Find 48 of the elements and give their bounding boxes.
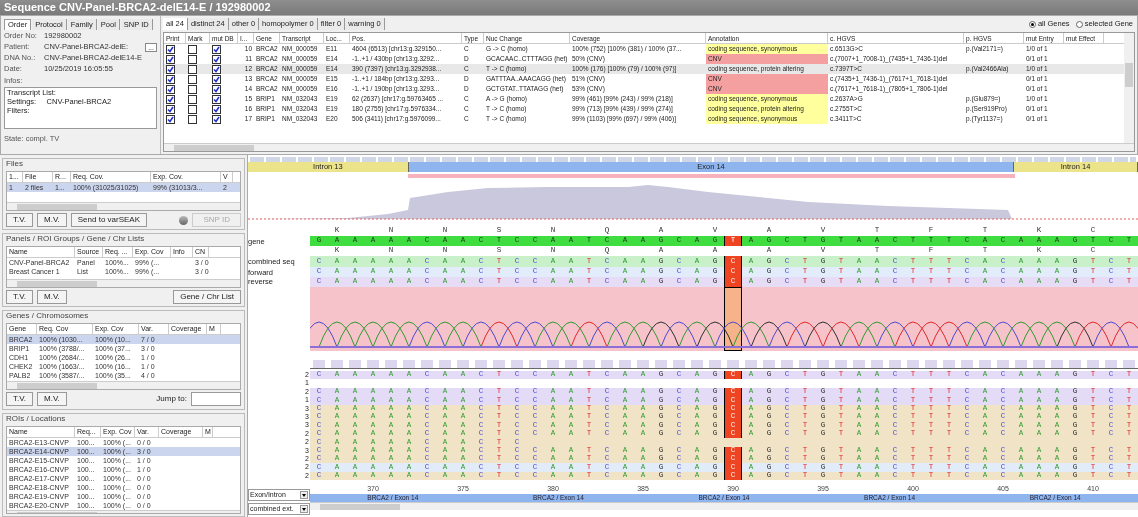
checkbox[interactable]: [166, 64, 175, 74]
button[interactable]: T.V.: [6, 392, 34, 406]
button[interactable]: T.V.: [6, 290, 34, 304]
button[interactable]: M.V.: [37, 213, 67, 227]
horizontal-scrollbar[interactable]: [7, 279, 240, 287]
horizontal-scrollbar[interactable]: [310, 502, 1138, 511]
checkbox[interactable]: [212, 74, 221, 84]
checkbox[interactable]: [188, 74, 197, 84]
checkbox[interactable]: [166, 114, 175, 124]
button[interactable]: M.V.: [37, 290, 67, 304]
horizontal-scrollbar[interactable]: [7, 381, 240, 389]
checkbox[interactable]: [188, 64, 197, 74]
checkbox[interactable]: [188, 54, 197, 64]
checkbox[interactable]: [188, 94, 197, 104]
section-title: Genes / Chromosomes: [6, 311, 90, 321]
horizontal-scrollbar[interactable]: [7, 202, 240, 210]
jump-to-label: Jump to:: [156, 393, 187, 405]
checkbox[interactable]: [188, 104, 197, 114]
button[interactable]: T.V.: [6, 213, 34, 227]
button[interactable]: Gene / Chr List: [173, 290, 241, 304]
section-title: ROIs / Locations: [6, 414, 67, 424]
checkbox[interactable]: [212, 64, 221, 74]
section-title: Files: [6, 159, 24, 169]
checkbox[interactable]: [212, 54, 221, 64]
checkbox[interactable]: [212, 84, 221, 94]
button[interactable]: M.V.: [37, 392, 67, 406]
button[interactable]: Send to varSEAK: [70, 213, 148, 227]
radio-button[interactable]: [1028, 20, 1036, 28]
checkbox[interactable]: [166, 74, 175, 84]
jump-to-input-field[interactable]: [191, 392, 241, 406]
checkbox[interactable]: [166, 84, 175, 94]
checkbox[interactable]: [212, 104, 221, 114]
checkbox[interactable]: [166, 94, 175, 104]
status-indicator-icon: [179, 215, 189, 225]
checkbox[interactable]: [188, 44, 197, 54]
vertical-scrollbar[interactable]: [1124, 33, 1134, 143]
radio-button[interactable]: [1075, 20, 1083, 28]
horizontal-scrollbar[interactable]: [164, 143, 1134, 151]
window-title: Sequence CNV-Panel-BRCA2-delE14-E / 192980002: [4, 0, 271, 16]
checkbox[interactable]: [212, 94, 221, 104]
checkbox[interactable]: [212, 114, 221, 124]
checkbox[interactable]: [166, 104, 175, 114]
checkbox[interactable]: [212, 44, 221, 54]
checkbox[interactable]: [188, 114, 197, 124]
checkbox[interactable]: [166, 54, 175, 64]
checkbox[interactable]: [188, 84, 197, 94]
checkbox[interactable]: [166, 44, 175, 54]
section-title: Panels / ROI Groups / Gene / Chr Lists: [6, 234, 146, 244]
